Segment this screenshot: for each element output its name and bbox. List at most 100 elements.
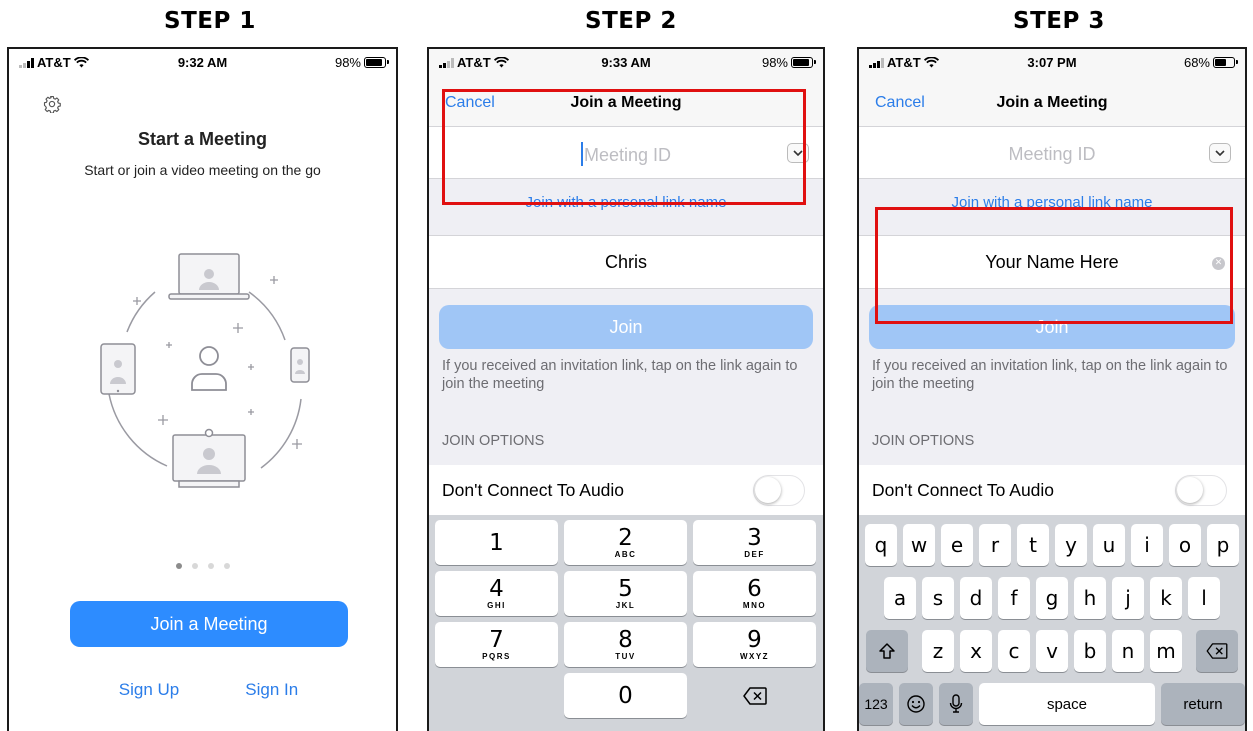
chevron-down-icon bbox=[1215, 150, 1225, 156]
room-system-icon bbox=[172, 428, 246, 488]
audio-option-row: Don't Connect To Audio bbox=[859, 465, 1245, 515]
key-2[interactable]: 2 ABC bbox=[564, 520, 687, 565]
user-icon bbox=[191, 346, 227, 391]
key-r[interactable]: r bbox=[979, 524, 1011, 566]
key-digit: 5 bbox=[618, 576, 633, 602]
keyboard-row-4: 123 space return bbox=[859, 683, 1245, 725]
key-7[interactable]: 7 PQRS bbox=[435, 622, 558, 667]
key-v[interactable]: v bbox=[1036, 630, 1068, 672]
numbers-key[interactable]: 123 bbox=[859, 683, 894, 725]
page-dot-active[interactable] bbox=[175, 563, 182, 569]
delete-key[interactable] bbox=[693, 673, 816, 718]
key-9[interactable]: 9 WXYZ bbox=[693, 622, 816, 667]
key-j[interactable]: j bbox=[1112, 577, 1144, 619]
delete-key[interactable] bbox=[1196, 630, 1238, 672]
key-w[interactable]: w bbox=[903, 524, 935, 566]
key-a[interactable]: a bbox=[884, 577, 916, 619]
return-key[interactable]: return bbox=[1160, 683, 1245, 725]
key-4[interactable]: 4 GHI bbox=[435, 571, 558, 616]
key-u[interactable]: u bbox=[1093, 524, 1125, 566]
key-3[interactable]: 3 DEF bbox=[693, 520, 816, 565]
audio-toggle[interactable] bbox=[1175, 475, 1227, 506]
shift-key[interactable] bbox=[866, 630, 908, 672]
sign-in-link[interactable]: Sign In bbox=[233, 680, 298, 700]
emoji-key[interactable] bbox=[899, 683, 934, 725]
key-q[interactable]: q bbox=[865, 524, 897, 566]
key-s[interactable]: s bbox=[922, 577, 954, 619]
space-key[interactable]: space bbox=[979, 683, 1155, 725]
key-0[interactable]: 0 bbox=[564, 673, 687, 718]
key-digit: 2 bbox=[618, 525, 633, 551]
meeting-id-field[interactable]: Meeting ID bbox=[859, 127, 1245, 179]
page-dot[interactable] bbox=[207, 563, 214, 569]
name-input[interactable]: Chris bbox=[429, 252, 823, 273]
status-bar: AT&T 9:33 AM 98% bbox=[429, 49, 823, 75]
key-f[interactable]: f bbox=[998, 577, 1030, 619]
auth-links: Sign Up Sign In bbox=[9, 680, 396, 700]
settings-gear-icon[interactable] bbox=[43, 95, 61, 113]
key-p[interactable]: p bbox=[1207, 524, 1239, 566]
sign-up-link[interactable]: Sign Up bbox=[107, 680, 179, 700]
key-x[interactable]: x bbox=[960, 630, 992, 672]
key-digit: 8 bbox=[618, 627, 633, 653]
key-e[interactable]: e bbox=[941, 524, 973, 566]
key-1[interactable]: 1 bbox=[435, 520, 558, 565]
key-letters: WXYZ bbox=[739, 652, 770, 661]
keyboard-row-2: asdfghjkl bbox=[859, 577, 1245, 619]
highlight-box-name bbox=[875, 207, 1233, 324]
key-digit: 9 bbox=[747, 627, 762, 653]
audio-option-label: Don't Connect To Audio bbox=[442, 480, 625, 500]
name-field[interactable]: Chris bbox=[429, 235, 823, 289]
step-1-title: STEP 1 bbox=[164, 8, 256, 34]
key-b[interactable]: b bbox=[1074, 630, 1106, 672]
battery-icon bbox=[364, 57, 389, 68]
key-letters: MNO bbox=[742, 601, 767, 610]
page-dot[interactable] bbox=[223, 563, 230, 569]
history-dropdown-button[interactable] bbox=[1209, 143, 1231, 163]
key-l[interactable]: l bbox=[1188, 577, 1220, 619]
key-letters: PQRS bbox=[482, 652, 511, 661]
nav-title: Join a Meeting bbox=[996, 94, 1108, 111]
join-meeting-button[interactable]: Join a Meeting bbox=[70, 601, 348, 647]
keyboard-row-1: qwertyuiop bbox=[859, 524, 1245, 566]
key-g[interactable]: g bbox=[1036, 577, 1068, 619]
meeting-id-input[interactable]: Meeting ID bbox=[859, 144, 1245, 165]
key-6[interactable]: 6 MNO bbox=[693, 571, 816, 616]
backspace-icon bbox=[1206, 643, 1228, 659]
step-3-title: STEP 3 bbox=[1013, 8, 1105, 34]
battery-percent: 98% bbox=[761, 55, 788, 70]
key-k[interactable]: k bbox=[1150, 577, 1182, 619]
key-8[interactable]: 8 TUV bbox=[564, 622, 687, 667]
key-digit: 0 bbox=[618, 682, 633, 709]
phone-icon bbox=[290, 347, 310, 383]
battery-percent: 68% bbox=[1183, 55, 1210, 70]
key-h[interactable]: h bbox=[1074, 577, 1106, 619]
start-meeting-subheading: Start or join a video meeting on the go bbox=[84, 162, 321, 178]
key-y[interactable]: y bbox=[1055, 524, 1087, 566]
key-z[interactable]: z bbox=[922, 630, 954, 672]
page-indicator[interactable] bbox=[9, 563, 396, 569]
page-dot[interactable] bbox=[191, 563, 198, 569]
dictation-key[interactable] bbox=[939, 683, 974, 725]
numeric-keypad: 1 2 ABC 3 DEF 4 GHI 5 JKL 6 MNO 7 PQRS 8 TUV 9W… bbox=[429, 515, 823, 731]
key-letters: ABC bbox=[614, 550, 637, 559]
phone-screen-start: AT&T 9:32 AM 98% Start a Meeting Start o… bbox=[7, 47, 398, 731]
battery-icon bbox=[791, 57, 816, 68]
battery-status: 98% bbox=[761, 55, 816, 70]
meeting-illustration bbox=[100, 253, 310, 488]
key-o[interactable]: o bbox=[1169, 524, 1201, 566]
key-n[interactable]: n bbox=[1112, 630, 1144, 672]
status-bar: AT&T 3:07 PM 68% bbox=[859, 49, 1245, 75]
key-t[interactable]: t bbox=[1017, 524, 1049, 566]
audio-toggle[interactable] bbox=[753, 475, 805, 506]
key-m[interactable]: m bbox=[1150, 630, 1182, 672]
battery-status: 68% bbox=[1183, 55, 1238, 70]
key-c[interactable]: c bbox=[998, 630, 1030, 672]
keypad-blank bbox=[435, 673, 558, 718]
key-i[interactable]: i bbox=[1131, 524, 1163, 566]
key-5[interactable]: 5 JKL bbox=[564, 571, 687, 616]
key-d[interactable]: d bbox=[960, 577, 992, 619]
join-button[interactable]: Join bbox=[439, 305, 813, 349]
status-bar: AT&T 9:32 AM 98% bbox=[9, 49, 396, 75]
join-options-header: JOIN OPTIONS bbox=[872, 433, 975, 449]
